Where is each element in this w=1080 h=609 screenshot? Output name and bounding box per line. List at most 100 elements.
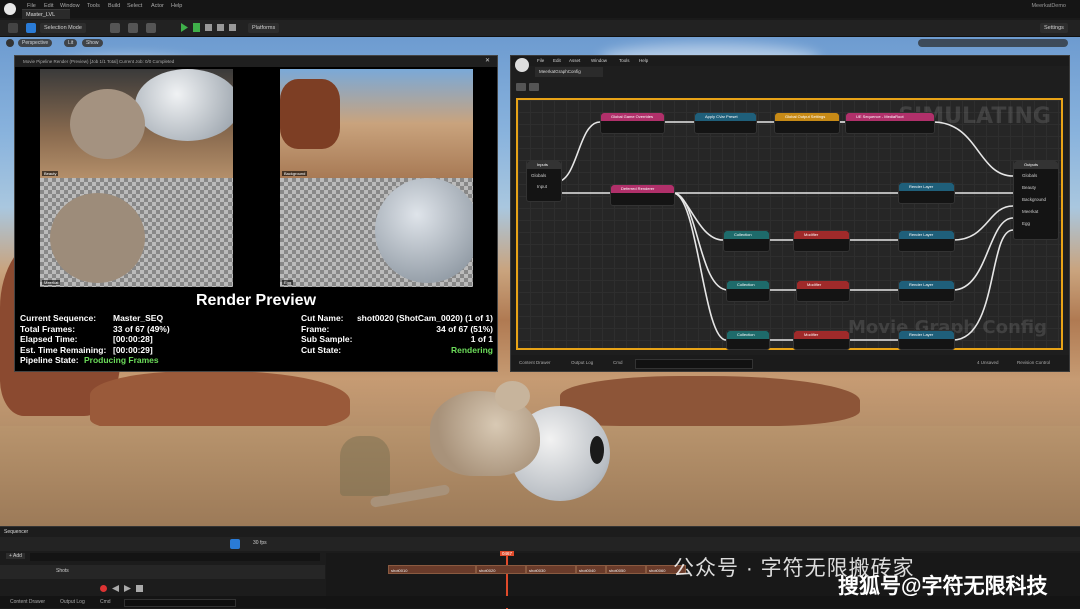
modifier-node[interactable]: Modifier xyxy=(793,330,850,350)
graph-menu-file[interactable]: File xyxy=(537,58,544,63)
modifier-node[interactable]: Modifier xyxy=(793,230,850,252)
pin-meerkat[interactable]: Meerkat xyxy=(1022,209,1038,214)
cmd-button[interactable]: Cmd xyxy=(613,355,623,371)
graph-menu-help[interactable]: Help xyxy=(639,58,648,63)
right-stats: Cut Name: shot0020 (ShotCam_0020) (1 of 1… xyxy=(301,313,493,355)
thumb-egg: Egg xyxy=(280,178,473,287)
global-game-node[interactable]: Global Game Overrides xyxy=(600,112,665,134)
pause-icon[interactable] xyxy=(205,24,212,31)
graph-config-tab[interactable]: MeerkatGraphConfig xyxy=(535,67,603,77)
save-icon[interactable] xyxy=(8,23,18,33)
settings-dropdown[interactable]: Settings xyxy=(1040,23,1068,33)
pin-input[interactable]: Input xyxy=(537,184,547,189)
level-tab[interactable]: Master_LVL xyxy=(22,9,70,19)
unsaved-indicator[interactable]: 4 Unsaved xyxy=(977,355,999,371)
shot-clip[interactable]: shot0030 xyxy=(526,565,576,574)
render-layer-node[interactable]: Render Layer xyxy=(898,230,955,252)
render-layer-node[interactable]: Render Layer xyxy=(898,280,955,302)
save-icon[interactable] xyxy=(516,83,526,91)
outputs-node[interactable]: Outputs Globals Beauty Background Meerka… xyxy=(1013,160,1059,240)
transform-tools[interactable] xyxy=(918,39,1068,47)
shot-clip[interactable]: shot0050 xyxy=(606,565,646,574)
egg-crack xyxy=(590,436,604,464)
menu-help[interactable]: Help xyxy=(171,3,182,9)
collection-node[interactable]: Collection xyxy=(726,280,770,302)
shot-clip[interactable]: shot0010 xyxy=(388,565,476,574)
stat-row: Sub Sample: 1 of 1 xyxy=(301,334,493,345)
perspective-button[interactable]: Perspective xyxy=(18,39,53,47)
step-back-icon[interactable] xyxy=(112,585,119,592)
deferred-renderer-node[interactable]: Deferred Renderer xyxy=(610,184,675,206)
output-log-button[interactable]: Output Log xyxy=(571,355,593,371)
sequencer-tab[interactable]: Sequencer xyxy=(4,529,28,535)
ue-sequence-node[interactable]: UE Sequence - MediaRoot xyxy=(845,112,935,134)
render-window-title: Movie Pipeline Render (Preview) [Job 1/1… xyxy=(15,56,497,67)
browse-icon[interactable] xyxy=(529,83,539,91)
fps-dropdown[interactable]: 30 fps xyxy=(253,540,267,546)
project-name: MeerkatDemo xyxy=(1031,3,1066,9)
render-layer-node[interactable]: Render Layer xyxy=(898,330,955,350)
stat-label: Cut Name: xyxy=(301,313,344,323)
graph-canvas[interactable]: SIMULATING Movie Graph Config Inputs Glo… xyxy=(516,98,1063,350)
collection-node[interactable]: Collection xyxy=(726,330,770,350)
menu-build[interactable]: Build xyxy=(108,3,120,9)
global-output-node[interactable]: Global Output Settings xyxy=(774,112,840,134)
content-drawer-button[interactable]: Content Drawer xyxy=(10,596,45,608)
add-track-button[interactable]: + Add xyxy=(6,553,25,559)
revision-control-button[interactable]: Revision Control xyxy=(1017,355,1050,371)
menu-select[interactable]: Select xyxy=(127,3,142,9)
stat-label: Pipeline State: xyxy=(20,355,79,366)
graph-menu-tools[interactable]: Tools xyxy=(619,58,630,63)
cinematics-icon[interactable] xyxy=(146,23,156,33)
show-button[interactable]: Show xyxy=(82,39,103,47)
menu-actor[interactable]: Actor xyxy=(151,3,164,9)
cmd-button[interactable]: Cmd xyxy=(100,596,111,608)
thumb-background: Background xyxy=(280,69,473,178)
graph-menu-asset[interactable]: Asset xyxy=(569,58,580,63)
pin-beauty[interactable]: Beauty xyxy=(1022,185,1036,190)
unreal-logo-icon[interactable] xyxy=(4,3,16,15)
shot-clip[interactable]: shot0040 xyxy=(576,565,606,574)
eject-icon[interactable] xyxy=(229,24,236,31)
modes-icon[interactable] xyxy=(26,23,36,33)
pin-background[interactable]: Background xyxy=(1022,197,1046,202)
node-title: Modifier xyxy=(797,281,849,289)
hamburger-icon[interactable] xyxy=(6,39,14,47)
record-icon[interactable] xyxy=(100,585,107,592)
menu-tools[interactable]: Tools xyxy=(87,3,100,9)
track-search-input[interactable] xyxy=(30,553,320,561)
collection-node[interactable]: Collection xyxy=(723,230,770,252)
thumb-label: Beauty xyxy=(42,171,59,176)
pin-egg[interactable]: Egg xyxy=(1022,221,1030,226)
inputs-node[interactable]: Inputs Globals Input xyxy=(526,160,562,202)
content-drawer-button[interactable]: Content Drawer xyxy=(519,355,551,371)
egg-object xyxy=(135,69,233,141)
snap-icon[interactable] xyxy=(230,539,240,549)
modifier-node[interactable]: Modifier xyxy=(796,280,850,302)
selection-mode-dropdown[interactable]: Selection Mode xyxy=(40,23,86,33)
shots-track-row[interactable]: Shots xyxy=(0,565,325,579)
graph-menu-edit[interactable]: Edit xyxy=(553,58,561,63)
apply-cvar-node[interactable]: Apply CVar Preset xyxy=(694,112,757,134)
render-layer-node[interactable]: Render Layer xyxy=(898,182,955,204)
pin-globals[interactable]: Globals xyxy=(531,173,546,178)
pipeline-state-value: Producing Frames xyxy=(84,355,159,366)
stop-icon[interactable] xyxy=(136,585,143,592)
pin-globals[interactable]: Globals xyxy=(1022,173,1037,178)
play-icon[interactable] xyxy=(181,23,188,32)
platforms-dropdown[interactable]: Platforms xyxy=(248,23,280,33)
play-icon[interactable] xyxy=(124,585,131,592)
blueprint-icon[interactable] xyxy=(128,23,138,33)
add-content-icon[interactable] xyxy=(110,23,120,33)
unreal-logo-icon[interactable] xyxy=(515,58,529,72)
shot-clip[interactable]: shot0020 xyxy=(476,565,526,574)
stop-icon[interactable] xyxy=(217,24,224,31)
console-input[interactable] xyxy=(635,359,753,369)
close-icon[interactable]: ✕ xyxy=(485,58,491,64)
console-input[interactable] xyxy=(124,599,236,607)
stat-value: [00:00:28] xyxy=(113,334,153,345)
play-options-icon[interactable] xyxy=(193,23,200,32)
lit-button[interactable]: Lit xyxy=(64,39,78,47)
graph-menu-window[interactable]: Window xyxy=(591,58,607,63)
output-log-button[interactable]: Output Log xyxy=(60,596,85,608)
